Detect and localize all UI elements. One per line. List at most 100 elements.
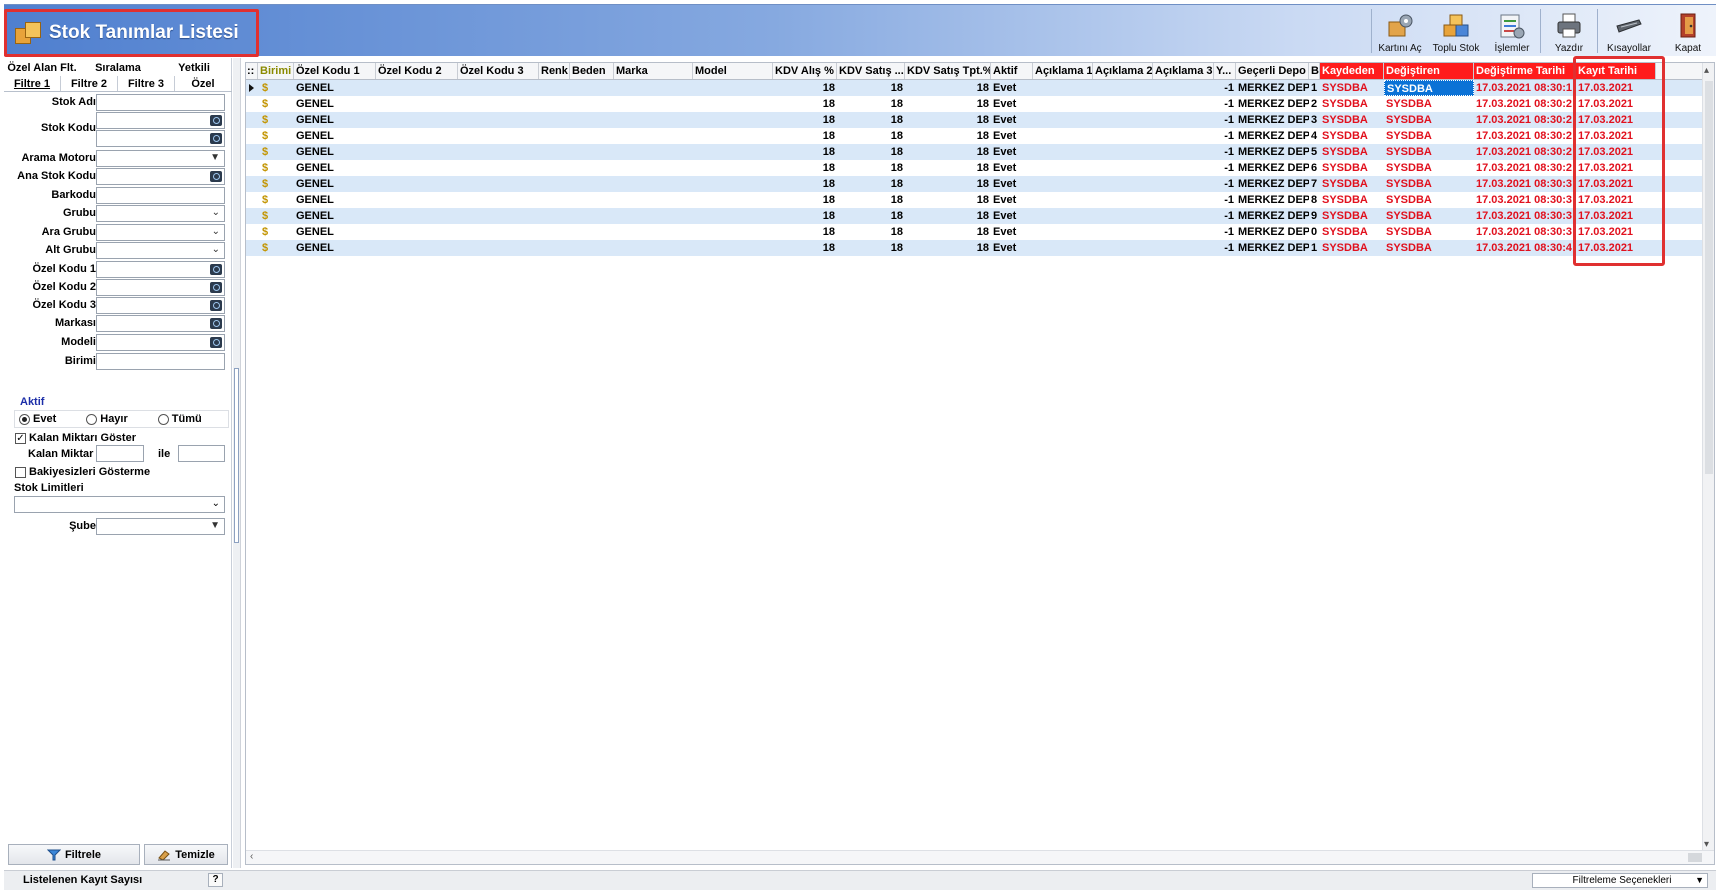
- column-aciklama-2[interactable]: Açıklama 2: [1093, 63, 1153, 79]
- column-ozel-kodu-3[interactable]: Özel Kodu 3: [458, 63, 539, 79]
- cell-degistirme[interactable]: 17.03.2021 08:30:2: [1474, 128, 1576, 144]
- table-row[interactable]: $GENEL181818Evet-1MERKEZ DEPO5SYSDBASYSD…: [246, 144, 1704, 160]
- cell-kdv_tpt[interactable]: 18: [905, 128, 991, 144]
- scroll-up-icon[interactable]: ▴: [1704, 65, 1709, 76]
- cell-kaydeden[interactable]: SYSDBA: [1320, 96, 1384, 112]
- cell-kayit[interactable]: 17.03.2021: [1576, 224, 1656, 240]
- clear-button[interactable]: Temizle: [144, 844, 228, 865]
- column-kdv-satis[interactable]: KDV Satış ...: [837, 63, 905, 79]
- cell-ozel1[interactable]: GENEL: [294, 192, 376, 208]
- stock-limits-select[interactable]: ⌄: [14, 496, 225, 513]
- scroll-thumb[interactable]: [1705, 81, 1713, 474]
- scroll-left-icon[interactable]: ‹: [250, 851, 253, 862]
- main-stock-code-input[interactable]: [96, 168, 225, 185]
- cell-kaydeden[interactable]: SYSDBA: [1320, 208, 1384, 224]
- stock-code-from-input[interactable]: [96, 112, 225, 129]
- cell-aktif[interactable]: Evet: [991, 144, 1033, 160]
- cell-degistirme[interactable]: 17.03.2021 08:30:2: [1474, 96, 1576, 112]
- cell-kdv_satis[interactable]: 18: [837, 128, 905, 144]
- cell-b[interactable]: 3: [1309, 112, 1320, 128]
- cell-aktif[interactable]: Evet: [991, 192, 1033, 208]
- cell-birimi[interactable]: $: [260, 176, 294, 192]
- table-row[interactable]: $GENEL181818Evet-1MERKEZ DEPO0SYSDBASYSD…: [246, 224, 1704, 240]
- cell-y[interactable]: -1: [1214, 192, 1236, 208]
- help-button[interactable]: ?: [208, 873, 223, 887]
- column-b[interactable]: B: [1309, 63, 1320, 79]
- collapse-handle[interactable]: [234, 368, 239, 543]
- cell-degistirme[interactable]: 17.03.2021 08:30:2: [1474, 160, 1576, 176]
- unit-input[interactable]: [96, 353, 225, 370]
- cell-kayit[interactable]: 17.03.2021: [1576, 112, 1656, 128]
- table-row[interactable]: $GENEL181818Evet-1MERKEZ DEPO9SYSDBASYSD…: [246, 208, 1704, 224]
- special-code-2-input[interactable]: [96, 279, 225, 296]
- column-kdv-alis[interactable]: KDV Alış %: [773, 63, 837, 79]
- close-button[interactable]: Kapat: [1660, 5, 1716, 57]
- cell-kdv_tpt[interactable]: 18: [905, 192, 991, 208]
- cell-degistiren[interactable]: SYSDBA: [1384, 176, 1474, 192]
- cell-kayit[interactable]: 17.03.2021: [1576, 160, 1656, 176]
- cell-kaydeden[interactable]: SYSDBA: [1320, 128, 1384, 144]
- cell-ozel1[interactable]: GENEL: [294, 144, 376, 160]
- tab-sorting[interactable]: Sıralama: [80, 60, 156, 76]
- cell-y[interactable]: -1: [1214, 96, 1236, 112]
- cell-birimi[interactable]: $: [260, 208, 294, 224]
- lookup-icon[interactable]: [210, 171, 222, 182]
- cell-degistirme[interactable]: 17.03.2021 08:30:3: [1474, 192, 1576, 208]
- column-y[interactable]: Y...: [1214, 63, 1236, 79]
- cell-kayit[interactable]: 17.03.2021: [1576, 144, 1656, 160]
- scroll-thumb[interactable]: [1688, 853, 1702, 862]
- column-kdv-satis-tpt[interactable]: KDV Satış Tpt.%: [905, 63, 991, 79]
- search-engine-select[interactable]: ▼: [96, 150, 225, 167]
- cell-degistiren[interactable]: SYSDBA: [1384, 96, 1474, 112]
- column-aciklama-1[interactable]: Açıklama 1: [1033, 63, 1093, 79]
- lookup-icon[interactable]: [210, 300, 222, 311]
- cell-birimi[interactable]: $: [260, 128, 294, 144]
- cell-y[interactable]: -1: [1214, 240, 1236, 256]
- cell-kdv_satis[interactable]: 18: [837, 160, 905, 176]
- cell-degistirme[interactable]: 17.03.2021 08:30:3: [1474, 208, 1576, 224]
- bulk-stock-button[interactable]: Toplu Stok: [1428, 5, 1484, 57]
- model-input[interactable]: [96, 334, 225, 351]
- column-gecerli-depo[interactable]: Geçerli Depo: [1236, 63, 1309, 79]
- cell-kaydeden[interactable]: SYSDBA: [1320, 144, 1384, 160]
- column-kaydeden[interactable]: Kaydeden: [1320, 63, 1384, 79]
- cell-kaydeden[interactable]: SYSDBA: [1320, 224, 1384, 240]
- table-row[interactable]: $GENEL181818Evet-1MERKEZ DEPO1SYSDBASYSD…: [246, 80, 1704, 96]
- column-ozel-kodu-2[interactable]: Özel Kodu 2: [376, 63, 458, 79]
- cell-kdv_tpt[interactable]: 18: [905, 80, 991, 96]
- cell-depo[interactable]: MERKEZ DEPO: [1236, 128, 1309, 144]
- active-no-radio[interactable]: Hayır: [86, 413, 128, 425]
- cell-kdv_alis[interactable]: 18: [773, 224, 837, 240]
- cell-kdv_satis[interactable]: 18: [837, 208, 905, 224]
- cell-kdv_alis[interactable]: 18: [773, 192, 837, 208]
- column-marker[interactable]: ::: [246, 63, 258, 79]
- cell-kaydeden[interactable]: SYSDBA: [1320, 192, 1384, 208]
- cell-kdv_alis[interactable]: 18: [773, 144, 837, 160]
- cell-ozel1[interactable]: GENEL: [294, 176, 376, 192]
- tab-special-field-filter[interactable]: Özel Alan Flt.: [4, 60, 80, 76]
- remaining-qty-to-input[interactable]: [178, 445, 225, 462]
- column-ozel-kodu-1[interactable]: Özel Kodu 1: [294, 63, 376, 79]
- cell-kdv_satis[interactable]: 18: [837, 176, 905, 192]
- lookup-icon[interactable]: [210, 337, 222, 348]
- cell-depo[interactable]: MERKEZ DEPO: [1236, 240, 1309, 256]
- cell-kdv_alis[interactable]: 18: [773, 176, 837, 192]
- vertical-scrollbar[interactable]: ▴ ▾: [1702, 63, 1714, 852]
- cell-degistiren[interactable]: SYSDBA: [1384, 112, 1474, 128]
- cell-b[interactable]: 1: [1309, 240, 1320, 256]
- cell-y[interactable]: -1: [1214, 80, 1236, 96]
- cell-kdv_alis[interactable]: 18: [773, 240, 837, 256]
- cell-kdv_alis[interactable]: 18: [773, 208, 837, 224]
- cell-y[interactable]: -1: [1214, 112, 1236, 128]
- column-degistirme-tarihi[interactable]: Değiştirme Tarihi: [1474, 63, 1576, 79]
- tab-authorized[interactable]: Yetkili: [156, 60, 232, 76]
- cell-kaydeden[interactable]: SYSDBA: [1320, 160, 1384, 176]
- stock-code-to-input[interactable]: [96, 130, 225, 147]
- special-code-3-input[interactable]: [96, 297, 225, 314]
- column-aciklama-3[interactable]: Açıklama 3: [1153, 63, 1214, 79]
- cell-kaydeden[interactable]: SYSDBA: [1320, 240, 1384, 256]
- cell-b[interactable]: 1: [1309, 80, 1320, 96]
- cell-kayit[interactable]: 17.03.2021: [1576, 176, 1656, 192]
- column-kayit-tarihi[interactable]: Kayıt Tarihi: [1576, 63, 1656, 79]
- cell-aktif[interactable]: Evet: [991, 240, 1033, 256]
